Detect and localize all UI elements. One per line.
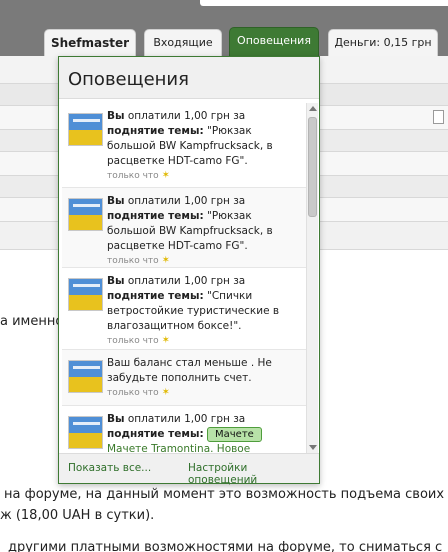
document-icon[interactable] (433, 110, 444, 124)
tab-user[interactable]: Shefmaster (44, 29, 136, 56)
alert-item[interactable]: Вы оплатили 1,00 грн за поднятие темы: "… (62, 268, 306, 350)
scroll-down-icon[interactable] (309, 445, 317, 450)
show-all-link[interactable]: Показать все... (68, 462, 151, 474)
avatar (68, 198, 103, 231)
popup-header: Оповещения (59, 57, 319, 99)
avatar (68, 360, 103, 393)
scroll-thumb[interactable] (308, 117, 317, 217)
alerts-popup: Оповещения Вы оплатили 1,00 грн за подня… (58, 56, 320, 486)
alert-text: Вы оплатили 1,00 грн за поднятие темы: "… (107, 275, 280, 346)
star-icon: ✶ (161, 255, 170, 266)
alert-item[interactable]: Вы оплатили 1,00 грн за поднятие темы: М… (62, 406, 306, 453)
alert-text: Ваш баланс стал меньше . Не забудьте поп… (107, 357, 272, 398)
popup-title: Оповещения (68, 69, 189, 90)
tooltip-button[interactable]: Мачете (207, 427, 262, 442)
page-text: ж (18,00 UAH в сутки). (0, 508, 155, 523)
search-input[interactable] (200, 0, 448, 6)
page-text: другими платными возможностями на форуме… (8, 540, 443, 552)
alert-time: только что (107, 336, 159, 346)
alerts-list: Вы оплатили 1,00 грн за поднятие темы: "… (62, 103, 306, 453)
star-icon: ✶ (161, 387, 170, 398)
scroll-up-icon[interactable] (309, 106, 317, 111)
alert-item[interactable]: Вы оплатили 1,00 грн за поднятие темы: "… (62, 103, 306, 188)
alert-time: только что (107, 388, 159, 398)
avatar (68, 278, 103, 311)
alert-text: Вы оплатили 1,00 грн за поднятие темы: "… (107, 195, 273, 266)
scrollbar[interactable] (306, 103, 318, 453)
avatar (68, 113, 103, 146)
popup-footer: Показать все... Настройки оповещений (59, 453, 319, 486)
star-icon: ✶ (161, 335, 170, 346)
star-icon: ✶ (161, 170, 170, 181)
page-text: на форуме, на данный момент это возможно… (4, 487, 445, 502)
alert-item[interactable]: Вы оплатили 1,00 грн за поднятие темы: "… (62, 188, 306, 268)
tab-inbox[interactable]: Входящие (144, 29, 222, 56)
alert-time: только что (107, 256, 159, 266)
avatar (68, 416, 103, 449)
alert-text: Вы оплатили 1,00 грн за поднятие темы: "… (107, 110, 273, 181)
alert-settings-link[interactable]: Настройки оповещений (188, 462, 319, 486)
tab-balance[interactable]: Деньги: 0,15 грн (328, 29, 438, 56)
alert-text: Вы оплатили 1,00 грн за поднятие темы: М… (107, 412, 299, 453)
alert-time: только что (107, 171, 159, 181)
tab-alerts[interactable]: Оповещения (229, 27, 319, 57)
alert-link[interactable]: Мачете Tramontina. Новое (107, 443, 250, 453)
alert-item[interactable]: Ваш баланс стал меньше . Не забудьте поп… (62, 350, 306, 406)
